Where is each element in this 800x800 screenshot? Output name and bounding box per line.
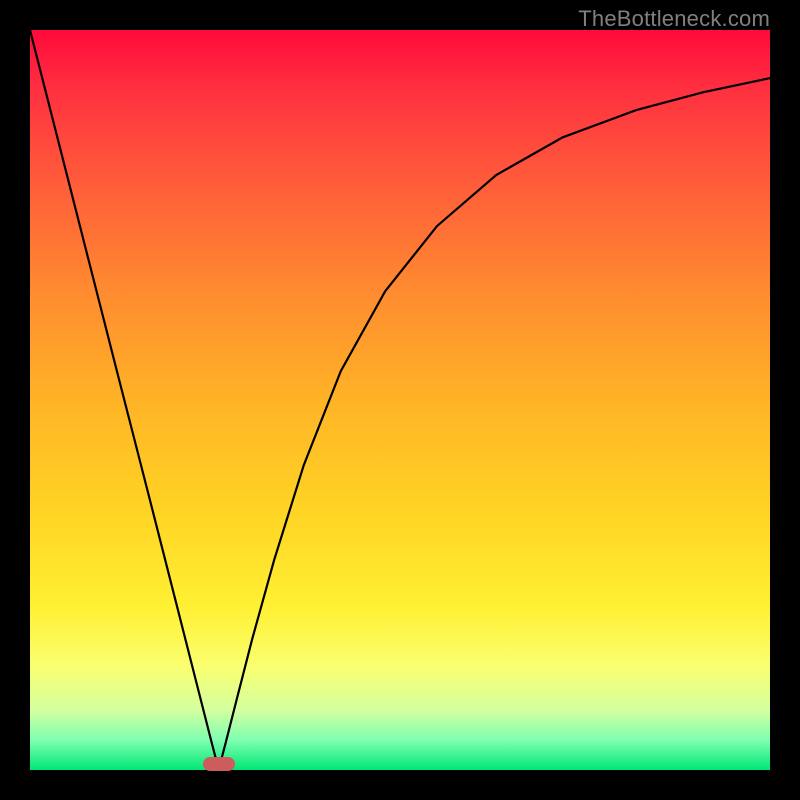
watermark-text: TheBottleneck.com (578, 6, 770, 32)
chart-frame: TheBottleneck.com (0, 0, 800, 800)
bottleneck-curve (30, 30, 770, 770)
plot-area (30, 30, 770, 770)
optimal-marker (203, 757, 235, 771)
